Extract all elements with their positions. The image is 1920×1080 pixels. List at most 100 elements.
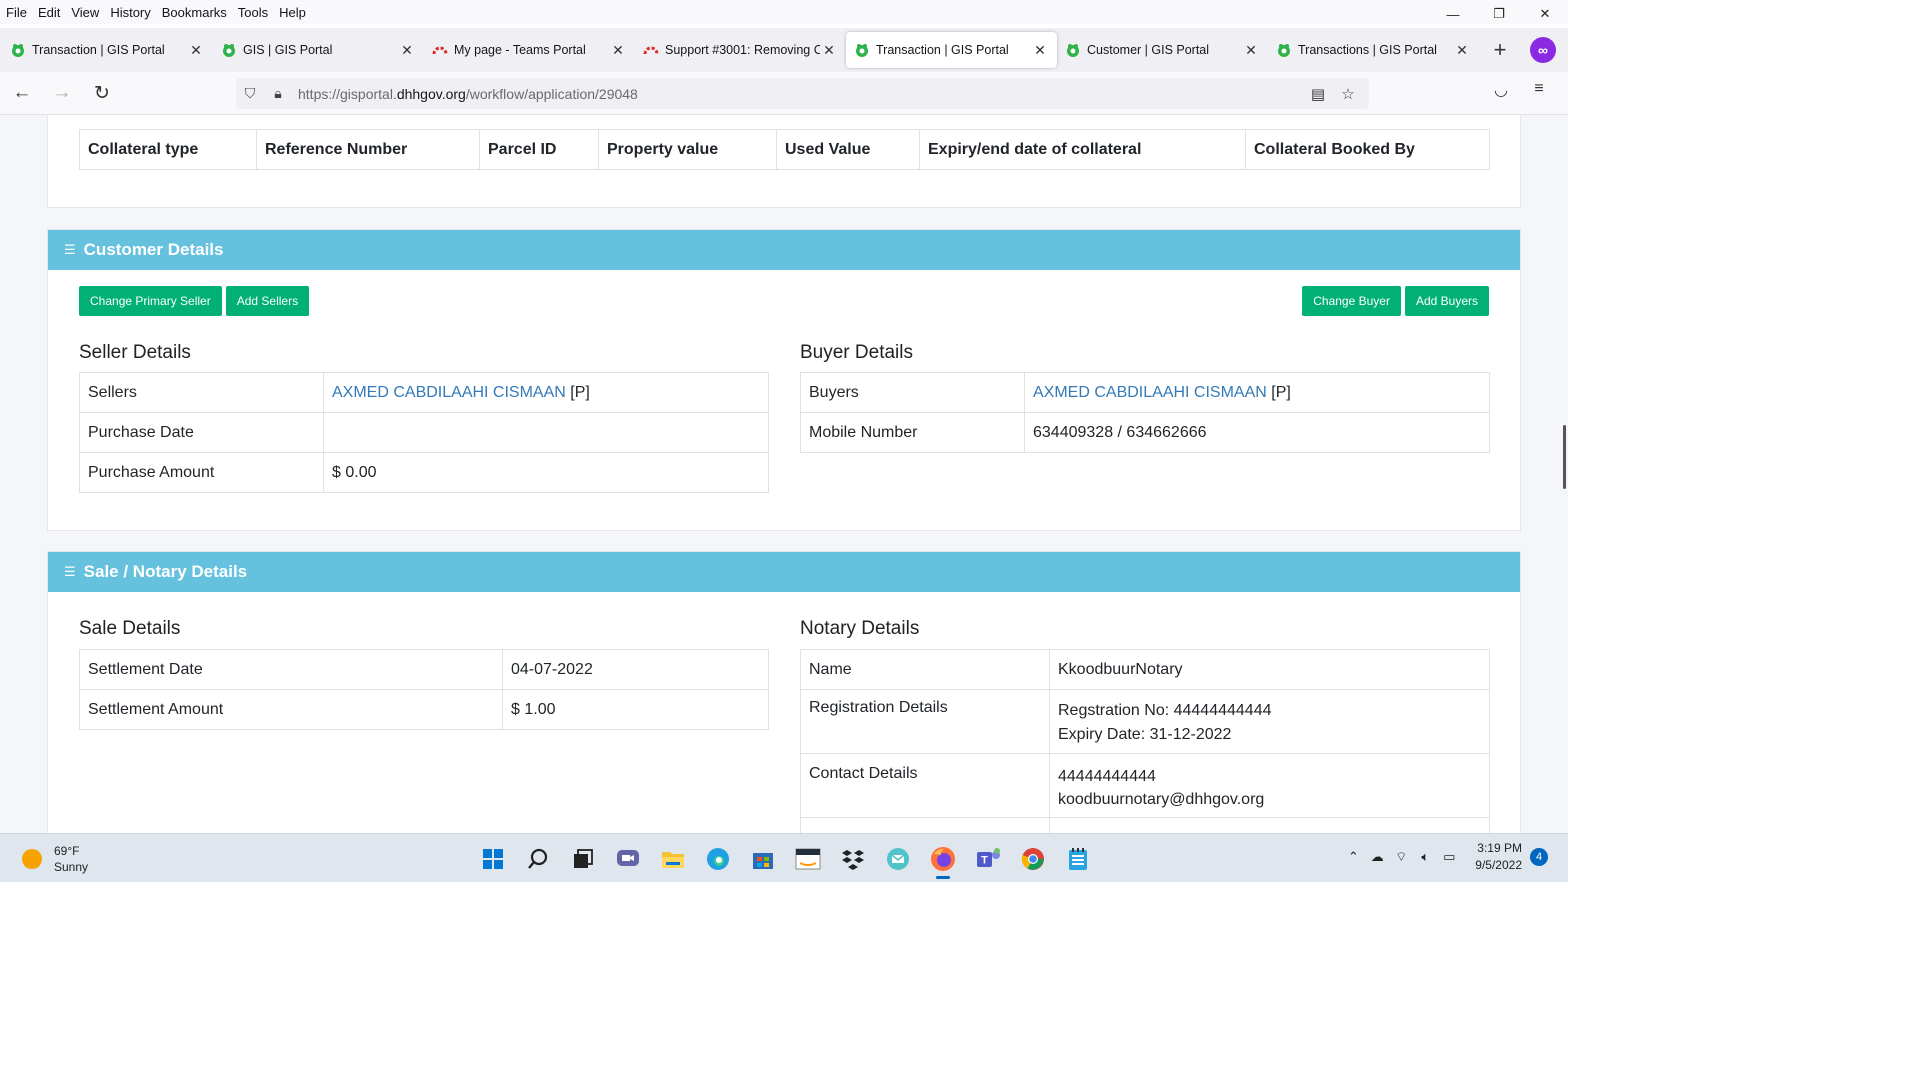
browser-tab[interactable]: GIS | GIS Portal ✕ <box>213 32 424 68</box>
dropbox-icon[interactable] <box>836 842 870 876</box>
hamburger-menu-icon[interactable]: ≡ <box>1520 80 1558 100</box>
browser-tab-active[interactable]: Transaction | GIS Portal ✕ <box>846 32 1057 68</box>
menu-file[interactable]: File <box>1 5 32 20</box>
lock-icon[interactable]: 🔒︎ <box>264 85 292 102</box>
menu-help[interactable]: Help <box>274 5 311 20</box>
wifi-icon[interactable]: ⌔ <box>1389 849 1413 865</box>
new-tab-button[interactable]: + <box>1483 33 1517 67</box>
amazon-icon[interactable] <box>791 842 825 876</box>
menu-edit[interactable]: Edit <box>33 5 65 20</box>
close-window-button[interactable]: ✕ <box>1522 0 1568 28</box>
weather-description: Sunny <box>54 860 89 874</box>
restore-button[interactable]: ❐ <box>1476 0 1522 28</box>
row-value: 44444444444 koodbuurnotary@dhhgov.org <box>1049 753 1490 818</box>
browser-tab[interactable]: Transactions | GIS Portal ✕ <box>1268 32 1479 68</box>
table-row: Purchase Date <box>79 412 769 453</box>
column-header: Collateral type <box>79 129 257 170</box>
tab-title: Customer | GIS Portal <box>1087 43 1210 57</box>
browser-tab[interactable]: My page - Teams Portal ✕ <box>424 32 635 68</box>
menu-bookmarks[interactable]: Bookmarks <box>157 5 232 20</box>
weather-widget[interactable]: 69°F Sunny <box>22 843 88 875</box>
volume-icon[interactable]: 🔈︎ <box>1413 849 1437 865</box>
add-sellers-button[interactable]: Add Sellers <box>225 286 310 316</box>
browser-tab[interactable]: Support #3001: Removing C ✕ <box>635 32 846 68</box>
tab-close-icon[interactable]: ✕ <box>820 42 838 59</box>
taskbar: 69°F Sunny T ⌃ ☁ ⌔ 🔈︎ ▭ 3:19 PM 9/5/2022… <box>0 833 1568 882</box>
notary-details-table: Name KkoodbuurNotary Registration Detail… <box>800 649 1490 833</box>
card-header: ☰ Customer Details <box>48 230 1520 270</box>
gis-favicon-icon <box>223 44 235 57</box>
notepad-icon[interactable] <box>1061 842 1095 876</box>
registration-expiry: Expiry Date: 31-12-2022 <box>1058 726 1232 743</box>
url-bar[interactable]: ⛉ 🔒︎ https://gisportal.dhhgov.org/workfl… <box>236 78 1369 109</box>
tab-close-icon[interactable]: ✕ <box>609 42 627 59</box>
collateral-table: Collateral type Reference Number Parcel … <box>79 129 1490 170</box>
chevron-up-icon[interactable]: ⌃ <box>1341 849 1365 865</box>
bookmark-star-icon[interactable]: ☆ <box>1333 85 1363 103</box>
notary-details-title: Notary Details <box>800 618 920 639</box>
buyer-name-link[interactable]: AXMED CABDILAAHI CISMAAN <box>1033 384 1267 401</box>
shield-icon[interactable]: ⛉ <box>236 85 264 102</box>
navigation-bar: ← → ↻ ⛉ 🔒︎ https://gisportal.dhhgov.org/… <box>0 72 1568 115</box>
edge-browser-icon[interactable] <box>701 842 735 876</box>
gis-favicon-icon <box>856 44 868 57</box>
onedrive-cloud-icon[interactable]: ☁ <box>1365 849 1389 865</box>
sale-notary-card: ☰ Sale / Notary Details Sale Details Set… <box>47 551 1521 833</box>
menu-view[interactable]: View <box>66 5 104 20</box>
clock[interactable]: 3:19 PM 9/5/2022 <box>1475 840 1522 874</box>
reload-icon[interactable]: ↻ <box>84 77 120 109</box>
battery-icon[interactable]: ▭ <box>1437 849 1461 865</box>
scrollbar-thumb[interactable] <box>1563 425 1566 489</box>
messaging-app-icon[interactable] <box>881 842 915 876</box>
contact-phone: 44444444444 <box>1058 768 1156 785</box>
firefox-icon[interactable] <box>926 842 960 879</box>
add-buyers-button[interactable]: Add Buyers <box>1404 286 1489 316</box>
list-icon: ☰ <box>64 242 76 257</box>
svg-text:T: T <box>981 855 988 867</box>
search-icon[interactable] <box>521 842 555 876</box>
seller-name-link[interactable]: AXMED CABDILAAHI CISMAAN <box>332 384 566 401</box>
url-host: dhhgov.org <box>396 85 466 102</box>
pocket-icon[interactable]: ◡ <box>1482 80 1520 100</box>
microsoft-store-icon[interactable] <box>746 842 780 876</box>
browser-tab[interactable]: Transaction | GIS Portal ✕ <box>2 32 213 68</box>
tab-close-icon[interactable]: ✕ <box>1242 42 1260 59</box>
row-label <box>800 817 1050 833</box>
tab-close-icon[interactable]: ✕ <box>398 42 416 59</box>
table-row: Purchase Amount $ 0.00 <box>79 452 769 493</box>
tab-close-icon[interactable]: ✕ <box>187 42 205 59</box>
browser-tab[interactable]: Customer | GIS Portal ✕ <box>1057 32 1268 68</box>
task-view-icon[interactable] <box>566 842 600 876</box>
list-icon: ☰ <box>64 564 76 579</box>
gis-favicon-icon <box>1278 44 1290 57</box>
windows-start-icon[interactable] <box>476 842 510 876</box>
teams-icon[interactable]: T <box>971 842 1005 876</box>
tab-close-icon[interactable]: ✕ <box>1453 42 1471 59</box>
menu-history[interactable]: History <box>105 5 155 20</box>
url-text[interactable]: https://gisportal.dhhgov.org/workflow/ap… <box>298 86 638 102</box>
row-value: 634409328 / 634662666 <box>1024 412 1490 453</box>
window-controls: — ❐ ✕ <box>1430 0 1568 28</box>
card-title: Sale / Notary Details <box>83 562 248 581</box>
forward-arrow-icon[interactable]: → <box>44 77 80 109</box>
chat-icon[interactable] <box>611 842 645 876</box>
row-value: 04-07-2022 <box>502 649 769 690</box>
row-label: Registration Details <box>800 689 1050 754</box>
row-label: Settlement Amount <box>79 689 503 730</box>
reader-view-icon[interactable]: ▤ <box>1303 85 1333 103</box>
row-label: Mobile Number <box>800 412 1025 453</box>
tab-title: Transaction | GIS Portal <box>876 43 1009 57</box>
change-primary-seller-button[interactable]: Change Primary Seller <box>79 286 222 316</box>
menu-tools[interactable]: Tools <box>233 5 273 20</box>
row-label: Sellers <box>79 372 324 413</box>
back-arrow-icon[interactable]: ← <box>4 77 40 109</box>
change-buyer-button[interactable]: Change Buyer <box>1302 286 1401 316</box>
row-value: $ 1.00 <box>502 689 769 730</box>
tab-close-icon[interactable]: ✕ <box>1031 42 1049 59</box>
file-explorer-icon[interactable] <box>656 842 690 876</box>
table-header-row: Collateral type Reference Number Parcel … <box>79 129 1490 170</box>
extension-icon[interactable]: ∞ <box>1530 37 1556 63</box>
notification-badge[interactable]: 4 <box>1530 848 1548 866</box>
chrome-icon[interactable] <box>1016 842 1050 876</box>
minimize-button[interactable]: — <box>1430 0 1476 28</box>
